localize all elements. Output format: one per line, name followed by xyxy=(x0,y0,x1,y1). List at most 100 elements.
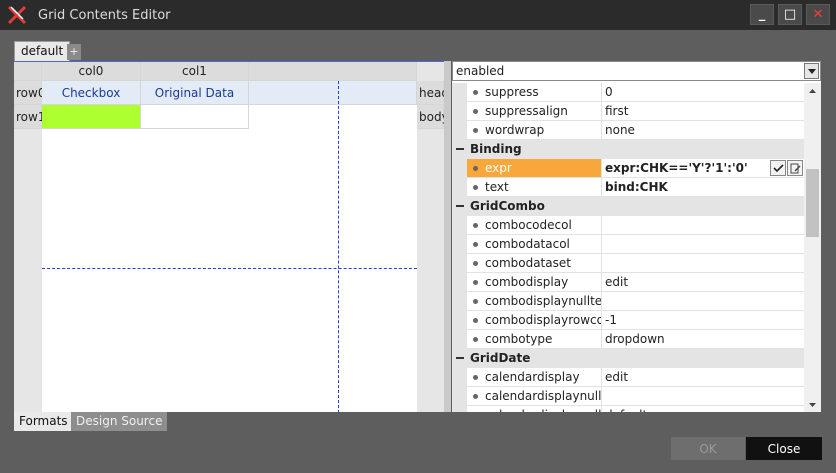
property-value[interactable]: none xyxy=(602,121,804,140)
property-category[interactable]: GridCombo xyxy=(452,197,804,216)
bullet-icon xyxy=(473,280,478,285)
property-name-text: wordwrap xyxy=(485,123,545,137)
property-row[interactable]: combocodecol xyxy=(452,216,804,235)
property-row[interactable]: text bind:CHK xyxy=(452,178,804,197)
tab-formats[interactable]: Formats xyxy=(14,412,73,431)
property-gutter xyxy=(452,311,467,330)
column-header-col1[interactable]: col1 xyxy=(141,62,249,81)
property-value[interactable] xyxy=(602,387,804,406)
property-value[interactable] xyxy=(602,254,804,273)
app-logo-icon xyxy=(6,4,28,26)
tab-design-source[interactable]: Design Source xyxy=(71,412,168,431)
property-gutter xyxy=(452,235,467,254)
bullet-icon xyxy=(473,185,478,190)
add-format-tab-button[interactable]: + xyxy=(67,44,81,60)
property-gutter xyxy=(452,83,467,102)
scroll-up-icon[interactable] xyxy=(804,83,821,98)
property-scrollbar[interactable] xyxy=(804,83,821,412)
bullet-icon xyxy=(473,128,478,133)
property-name-text: combodisplayrowcount xyxy=(485,313,601,327)
property-value[interactable]: first xyxy=(602,102,804,121)
close-window-button[interactable]: ✕ xyxy=(806,4,830,25)
property-row[interactable]: combodisplay edit xyxy=(452,273,804,292)
property-name-text: combodisplaynulltext xyxy=(485,294,602,308)
close-button[interactable]: Close xyxy=(746,437,822,460)
body-cell-col0-selected[interactable] xyxy=(42,105,141,129)
ok-button[interactable]: OK xyxy=(671,437,745,460)
bullet-icon xyxy=(473,375,478,380)
minimize-button[interactable]: _ xyxy=(750,4,774,25)
property-gutter xyxy=(452,178,467,197)
row-label-row0[interactable]: row0 xyxy=(14,81,45,105)
bullet-icon xyxy=(473,90,478,95)
edit-expression-icon[interactable] xyxy=(787,160,803,176)
property-row[interactable]: calendardisplaynulltype default xyxy=(452,406,804,412)
property-value[interactable]: dropdown xyxy=(602,330,804,349)
property-value[interactable]: default xyxy=(602,406,804,412)
property-name-text: combodatacol xyxy=(485,237,570,251)
property-row[interactable]: suppressalign first xyxy=(452,102,804,121)
collapse-minus-icon[interactable] xyxy=(456,148,464,150)
scrollbar-thumb[interactable] xyxy=(806,169,819,237)
property-category[interactable]: GridDate xyxy=(452,349,804,368)
collapse-minus-icon[interactable] xyxy=(456,205,464,207)
row-label-row1[interactable]: row1 xyxy=(14,105,45,129)
property-gutter xyxy=(452,216,467,235)
property-row[interactable]: expr expr:CHK=='Y'?'1':'0' xyxy=(452,159,804,178)
tab-format-default[interactable]: default xyxy=(14,41,71,61)
grid-design-area[interactable]: col0 col1 row0 row1 Checkbox Original Da… xyxy=(14,61,444,412)
scroll-down-icon[interactable] xyxy=(804,397,821,412)
property-value[interactable] xyxy=(602,292,804,311)
property-value[interactable] xyxy=(602,216,804,235)
property-row[interactable]: suppress 0 xyxy=(452,83,804,102)
property-value-text: edit xyxy=(605,370,629,384)
chevron-down-icon[interactable] xyxy=(804,63,819,79)
property-name-text: combodataset xyxy=(485,256,571,270)
property-row[interactable]: combodisplayrowcount -1 xyxy=(452,311,804,330)
property-row[interactable]: calendardisplaynulltext xyxy=(452,387,804,406)
collapse-minus-icon[interactable] xyxy=(456,357,464,359)
property-name-text: combocodecol xyxy=(485,218,572,232)
body-cell-col1[interactable] xyxy=(141,105,249,129)
property-row[interactable]: wordwrap none xyxy=(452,121,804,140)
vertical-guide-line xyxy=(338,81,339,412)
property-value[interactable]: bind:CHK xyxy=(602,178,804,197)
property-row[interactable]: calendardisplay edit xyxy=(452,368,804,387)
bullet-icon xyxy=(473,318,478,323)
property-name: combodataset xyxy=(467,254,602,273)
editor-client-area: default + col0 col1 row0 row1 Checkbox O… xyxy=(0,30,836,473)
head-cell-col1[interactable]: Original Data xyxy=(141,81,249,105)
column-header-col0[interactable]: col0 xyxy=(42,62,141,81)
property-name: suppress xyxy=(467,83,602,102)
check-icon[interactable] xyxy=(770,160,786,176)
property-row[interactable]: combodataset xyxy=(452,254,804,273)
property-value[interactable]: edit xyxy=(602,273,804,292)
grid-corner xyxy=(14,62,42,81)
property-value-text: 0 xyxy=(605,85,613,99)
property-gutter xyxy=(452,406,467,412)
property-row[interactable]: combotype dropdown xyxy=(452,330,804,349)
property-value[interactable]: -1 xyxy=(602,311,804,330)
property-value[interactable] xyxy=(602,235,804,254)
property-name: combodisplay xyxy=(467,273,602,292)
horizontal-guide-line xyxy=(42,268,417,269)
maximize-button[interactable]: □ xyxy=(778,4,802,25)
property-gutter xyxy=(452,368,467,387)
property-name-text: text xyxy=(485,180,509,194)
property-value[interactable]: edit xyxy=(602,368,804,387)
head-cell-empty xyxy=(249,81,417,105)
property-row[interactable]: combodatacol xyxy=(452,235,804,254)
property-filter-select[interactable]: enabled xyxy=(452,61,821,81)
panel-splitter[interactable] xyxy=(444,61,451,412)
head-cell-col0[interactable]: Checkbox xyxy=(42,81,141,105)
property-value[interactable]: 0 xyxy=(602,83,804,102)
property-value-text: -1 xyxy=(605,313,617,327)
property-category-label: GridCombo xyxy=(470,199,545,213)
property-name-text: calendardisplaynulltext xyxy=(485,389,602,403)
property-category[interactable]: Binding xyxy=(452,140,804,159)
property-value[interactable]: expr:CHK=='Y'?'1':'0' xyxy=(602,159,804,178)
property-category-label: Binding xyxy=(470,142,522,156)
property-name: combotype xyxy=(467,330,602,349)
property-name-text: combotype xyxy=(485,332,553,346)
property-row[interactable]: combodisplaynulltext xyxy=(452,292,804,311)
